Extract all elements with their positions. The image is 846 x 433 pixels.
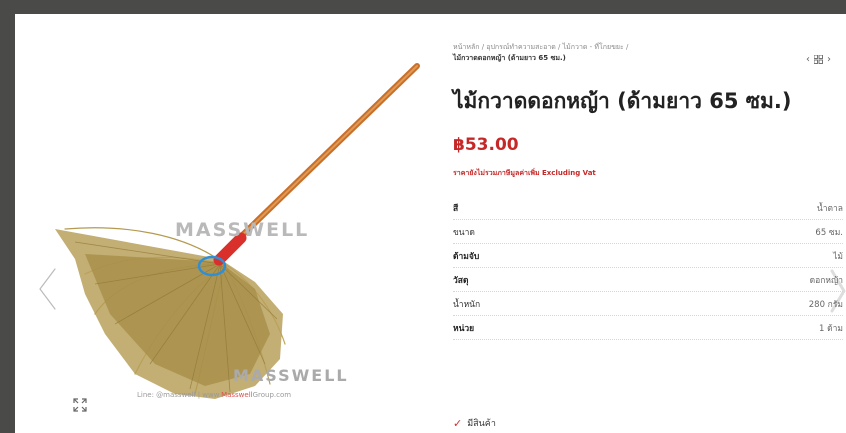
product-price: ฿53.00	[453, 135, 519, 155]
product-title: ไม้กวาดดอกหญ้า (ด้ามยาว 65 ซม.)	[453, 89, 792, 113]
attribute-value: ไม้	[833, 251, 843, 262]
attribute-label: ขนาด	[453, 227, 475, 238]
attribute-label: สี	[453, 203, 459, 214]
attribute-row: วัสดุ ดอกหญ้า	[453, 268, 843, 292]
attribute-label: หน่วย	[453, 323, 475, 334]
attribute-row: น้ำหนัก 280 กรัม	[453, 292, 843, 316]
prev-image-button[interactable]	[33, 264, 63, 314]
product-gallery: MASSWELL MASSWELL Line: @masswell | www.…	[15, 14, 435, 433]
attribute-value: น้ำตาล	[816, 203, 843, 214]
product-page: MASSWELL MASSWELL Line: @masswell | www.…	[15, 14, 846, 433]
breadcrumb-current: ไม้กวาดดอกหญ้า (ด้ามยาว 65 ซม.)	[453, 54, 566, 62]
attribute-value: ดอกหญ้า	[809, 275, 843, 286]
next-product-icon[interactable]: ›	[827, 54, 831, 65]
watermark-bottom: MASSWELL	[233, 366, 349, 385]
breadcrumb: หน้าหลัก / อุปกรณ์ทำความสะอาด / ไม้กวาด …	[453, 42, 783, 64]
vat-note: ราคายังไม่รวมภาษีมูลค่าเพิ่ม Excluding V…	[453, 169, 596, 177]
grid-icon[interactable]	[814, 55, 823, 64]
watermark-top: MASSWELL	[175, 219, 310, 241]
stock-label: มีสินค้า	[467, 419, 496, 429]
stock-status: ✓ มีสินค้า	[453, 416, 496, 430]
breadcrumb-path[interactable]: หน้าหลัก / อุปกรณ์ทำความสะอาด / ไม้กวาด …	[453, 43, 628, 51]
chevron-left-icon	[38, 267, 57, 311]
attribute-row: ขนาด 65 ซม.	[453, 220, 843, 244]
attribute-label: ด้ามจับ	[453, 251, 480, 262]
product-details: หน้าหลัก / อุปกรณ์ทำความสะอาด / ไม้กวาด …	[453, 14, 846, 433]
attribute-row: สี น้ำตาล	[453, 196, 843, 220]
attribute-value: 1 ด้าม	[818, 323, 843, 334]
watermark-line-brand: Masswell	[221, 391, 253, 399]
zoom-button[interactable]	[67, 392, 93, 418]
watermark-line: Line: @masswell | www.MasswellGroup.com	[137, 391, 291, 399]
prev-product-icon[interactable]: ‹	[806, 54, 810, 65]
attribute-row: ด้ามจับ ไม้	[453, 244, 843, 268]
attribute-row: หน่วย 1 ด้าม	[453, 316, 843, 340]
attribute-value: 280 กรัม	[808, 299, 843, 310]
attribute-value: 65 ซม.	[815, 227, 843, 238]
check-icon: ✓	[453, 416, 463, 430]
expand-icon	[73, 398, 87, 412]
attribute-table: สี น้ำตาล ขนาด 65 ซม. ด้ามจับ ไม้ วัสดุ …	[453, 196, 843, 340]
watermark-line-suffix: Group.com	[252, 391, 292, 399]
product-nav: ‹ ›	[806, 54, 831, 65]
watermark-line-prefix: Line: @masswell | www.	[137, 391, 222, 399]
attribute-label: วัสดุ	[453, 275, 469, 286]
attribute-label: น้ำหนัก	[453, 299, 481, 310]
